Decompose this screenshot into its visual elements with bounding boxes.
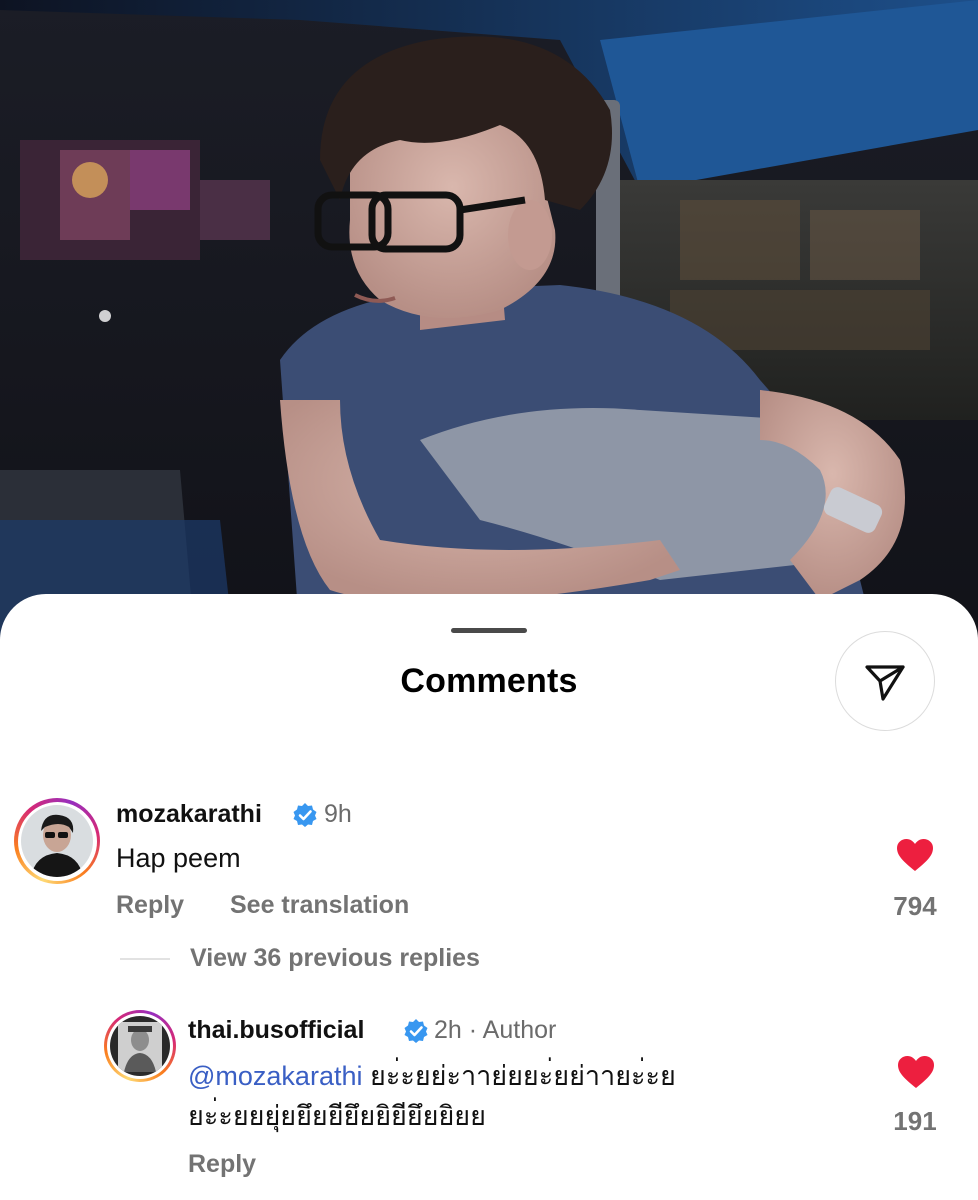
heart-icon[interactable] xyxy=(896,838,934,872)
author-badge: Author xyxy=(482,1016,557,1044)
avatar-story-ring[interactable] xyxy=(104,1010,176,1082)
reply-button[interactable]: Reply xyxy=(116,891,184,920)
paper-plane-icon xyxy=(865,665,905,701)
reply-text: @mozakarathi ยะ่ะยย่ะาาย่ยยะ่ยย่าายะ่ะย xyxy=(188,1058,676,1094)
share-button[interactable] xyxy=(835,631,935,731)
mention-link[interactable]: @mozakarathi xyxy=(188,1061,362,1091)
comment-username[interactable]: mozakarathi xyxy=(116,800,262,829)
reply-text-line1: ยะ่ะยย่ะาาย่ยยะ่ยย่าายะ่ะย xyxy=(370,1061,676,1091)
verified-badge-icon xyxy=(293,803,317,827)
sheet-title: Comments xyxy=(400,662,578,700)
avatar xyxy=(21,805,93,877)
avatar xyxy=(110,1016,170,1076)
comments-sheet: Comments mozakarathi 9h Hap peem Reply S… xyxy=(0,594,978,1200)
reply-meta: 2h · Author xyxy=(434,1016,556,1045)
meta-separator: · xyxy=(468,1016,478,1044)
reply-text-line2: ยะ่ะยยยุ่ยยึยยียึยยิยียึยยิยย xyxy=(188,1101,486,1131)
see-translation-button[interactable]: See translation xyxy=(230,891,409,920)
like-count: 794 xyxy=(893,891,937,921)
like-count: 191 xyxy=(893,1106,937,1136)
view-previous-replies-button[interactable]: View 36 previous replies xyxy=(190,944,480,973)
verified-badge-icon xyxy=(404,1019,428,1043)
reply-timestamp: 2h xyxy=(434,1016,462,1044)
comment-text: Hap peem xyxy=(116,843,241,873)
sheet-grabber-handle[interactable] xyxy=(451,628,527,633)
avatar-story-ring[interactable] xyxy=(14,798,100,884)
comment-timestamp: 9h xyxy=(324,800,352,828)
reply-username[interactable]: thai.busofficial xyxy=(188,1016,364,1045)
heart-icon[interactable] xyxy=(897,1055,935,1089)
replies-divider xyxy=(120,958,170,960)
reply-button[interactable]: Reply xyxy=(188,1150,256,1179)
